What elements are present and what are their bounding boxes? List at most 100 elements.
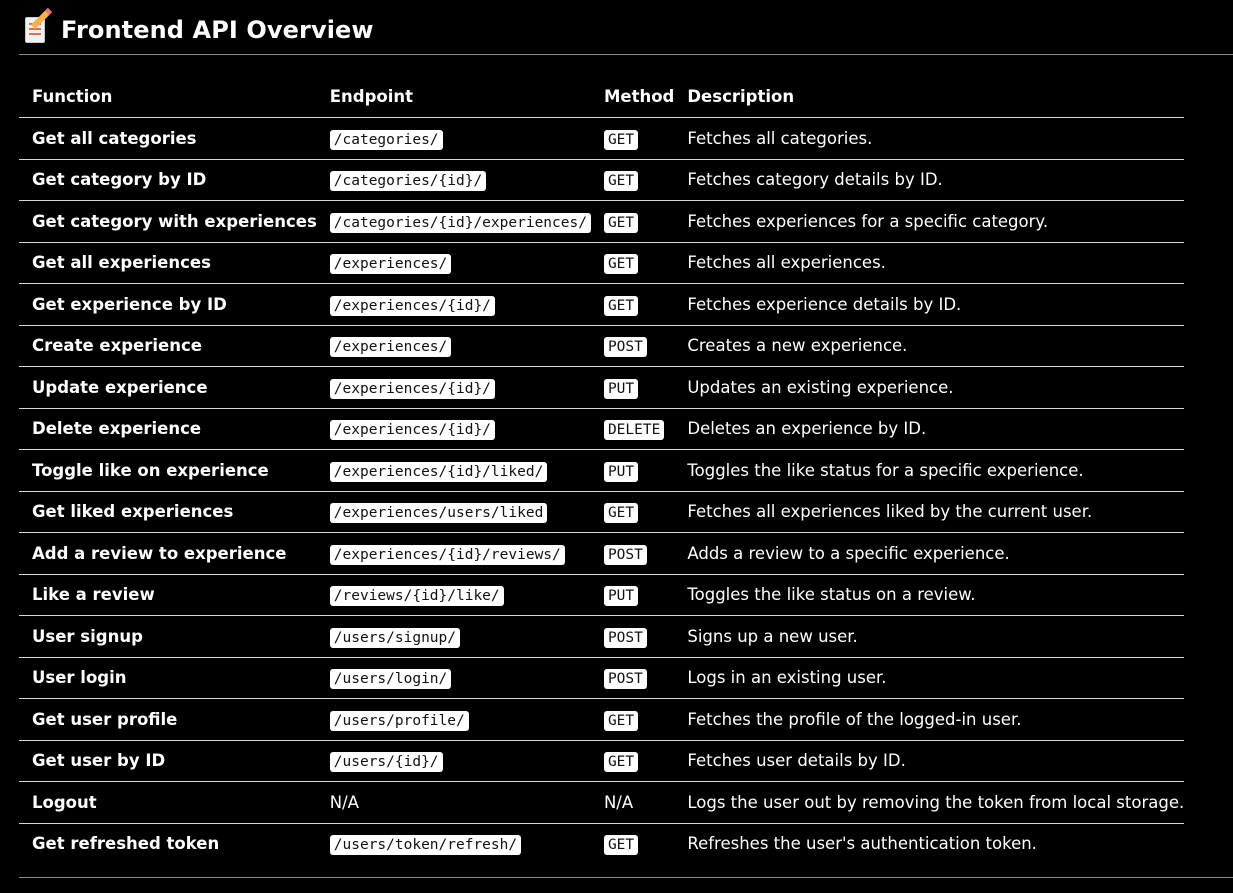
function-cell: Like a review (19, 574, 317, 616)
table-row: User signup/users/signup/POST Signs up a … (19, 615, 1185, 658)
description-cell: Logs the user out by removing the token … (674, 781, 1185, 824)
description-cell: Creates a new experience. (674, 325, 1185, 367)
table-row: Get experience by ID/experiences/{id}/ GE… (19, 283, 1185, 326)
http-method-badge: PUT (603, 378, 639, 399)
http-method-badge: POST (603, 337, 647, 358)
function-cell: Get category by ID (19, 159, 317, 201)
endpoint-path: /experiences/{id}/ (329, 420, 495, 441)
description-cell: Fetches all experiences liked by the cur… (674, 491, 1185, 533)
endpoint-cell: N/A (316, 781, 591, 824)
http-method-badge: GET (603, 171, 639, 192)
endpoint-path: /reviews/{id}/like/ (329, 586, 504, 607)
endpoint-cell: /users/signup/ (316, 615, 591, 658)
function-cell: Get user by ID (19, 740, 317, 782)
http-method-badge: GET (603, 752, 639, 773)
method-cell: GET (590, 491, 675, 533)
endpoint-cell: /users/token/refresh/ (317, 823, 591, 864)
method-cell: PUT (590, 574, 675, 616)
endpoint-cell: /experiences/{id}/ (316, 408, 591, 450)
http-method-badge: GET (603, 503, 639, 524)
endpoint-path: /experiences/users/liked (329, 503, 548, 524)
method-cell: GET (590, 283, 675, 326)
table-row: Logout N/A N/A Logs the user out by removin… (19, 781, 1185, 824)
method-cell: DELETE (590, 408, 675, 450)
method-cell: GET (591, 823, 674, 864)
endpoint-cell: /categories/ (316, 117, 591, 160)
memo-icon (25, 7, 53, 45)
table-row: Delete experience/experiences/{id}/ DELET… (19, 408, 1185, 450)
endpoint-path: /categories/{id}/ (329, 171, 487, 192)
api-table: Function Endpoint Method Description Get… (19, 76, 1185, 864)
endpoint-cell: /users/login/ (316, 657, 591, 699)
function-cell: Get category with experiences (19, 200, 317, 243)
endpoint-cell: /users/profile/ (316, 698, 591, 741)
description-cell: Refreshes the user's authentication toke… (687, 834, 1037, 854)
function-cell: Logout (19, 781, 317, 824)
endpoint-path: N/A (329, 792, 359, 812)
table-row: Get category by ID/categories/{id}/ GET Fe… (19, 159, 1185, 201)
http-method-badge: GET (603, 710, 639, 731)
page-title: Frontend API Overview (61, 16, 374, 44)
function-cell: Get refreshed token (32, 834, 220, 854)
table-row: Get user profile/users/profile/GET Fetche… (19, 698, 1185, 741)
table-row: Update experience/experiences/{id}/ PUT Up… (19, 366, 1185, 409)
page-heading: Frontend API Overview (25, 7, 374, 45)
description-cell: Toggles the like status for a specific e… (674, 449, 1185, 492)
http-method-badge: POST (603, 627, 647, 648)
endpoint-cell: /users/{id}/ (316, 740, 591, 782)
description-cell: Fetches category details by ID. (674, 159, 1185, 201)
method-cell: POST (590, 657, 675, 699)
table-row: Get category with experiences/categories… (19, 200, 1185, 243)
endpoint-cell: /experiences/{id}/ (316, 366, 591, 409)
endpoint-cell: /experiences/users/liked (316, 491, 591, 533)
description-cell: Adds a review to a specific experience. (674, 532, 1185, 575)
endpoint-path: /categories/ (329, 129, 443, 150)
method-cell: GET (590, 200, 675, 243)
column-header-endpoint: Endpoint (316, 76, 591, 118)
table-row: Get refreshed token/users/token/refresh/… (19, 823, 1184, 864)
endpoint-path: /experiences/ (329, 337, 452, 358)
method-cell: N/A (590, 781, 675, 824)
method-cell: GET (590, 698, 675, 741)
endpoint-cell: /experiences/{id}/liked/ (316, 449, 591, 492)
endpoint-cell: /categories/{id}/experiences/ (316, 200, 591, 243)
endpoint-path: /experiences/ (329, 254, 452, 275)
function-cell: Toggle like on experience (19, 449, 317, 492)
endpoint-path: /users/profile/ (329, 710, 469, 731)
function-cell: Update experience (19, 366, 317, 409)
endpoint-path: /experiences/{id}/reviews/ (329, 544, 565, 565)
http-method-badge: POST (603, 669, 647, 690)
description-cell: Fetches the profile of the logged-in use… (674, 698, 1185, 741)
title-divider (19, 54, 1233, 55)
function-cell: Get all experiences (19, 242, 317, 284)
table-row: Like a review/reviews/{id}/like/PUT Toggl… (19, 574, 1185, 616)
table-row: Get all experiences/experiences/GET Fetch… (19, 242, 1185, 284)
description-cell: Fetches all categories. (674, 117, 1185, 160)
method-cell: PUT (590, 366, 675, 409)
endpoint-path: /users/login/ (329, 669, 452, 690)
endpoint-cell: /categories/{id}/ (316, 159, 591, 201)
method-cell: GET (590, 117, 675, 160)
function-cell: Get liked experiences (19, 491, 317, 533)
table-row: Get liked experiences/experiences/users/… (19, 491, 1185, 533)
method-cell: POST (590, 532, 675, 575)
http-method-badge: PUT (603, 586, 639, 607)
table-row: Toggle like on experience/experiences/{i… (19, 449, 1185, 492)
method-cell: GET (590, 740, 675, 782)
method-cell: POST (590, 325, 675, 367)
endpoint-cell: /experiences/{id}/reviews/ (316, 532, 591, 575)
function-cell: Get all categories (19, 117, 317, 160)
description-cell: Deletes an experience by ID. (674, 408, 1185, 450)
endpoint-cell: /reviews/{id}/like/ (316, 574, 591, 616)
table-row: User login/users/login/POST Logs in an ex… (19, 657, 1185, 699)
column-header-description: Description (674, 76, 1185, 118)
endpoint-path: /experiences/{id}/ (329, 378, 495, 399)
description-cell: Logs in an existing user. (674, 657, 1185, 699)
description-cell: Updates an existing experience. (674, 366, 1185, 409)
bottom-divider (19, 877, 1233, 878)
endpoint-cell: /experiences/{id}/ (316, 283, 591, 326)
method-cell: GET (590, 242, 675, 284)
table-header-row: Function Endpoint Method Description (19, 76, 1185, 118)
function-cell: User login (19, 657, 317, 699)
http-method-badge: POST (603, 544, 647, 565)
